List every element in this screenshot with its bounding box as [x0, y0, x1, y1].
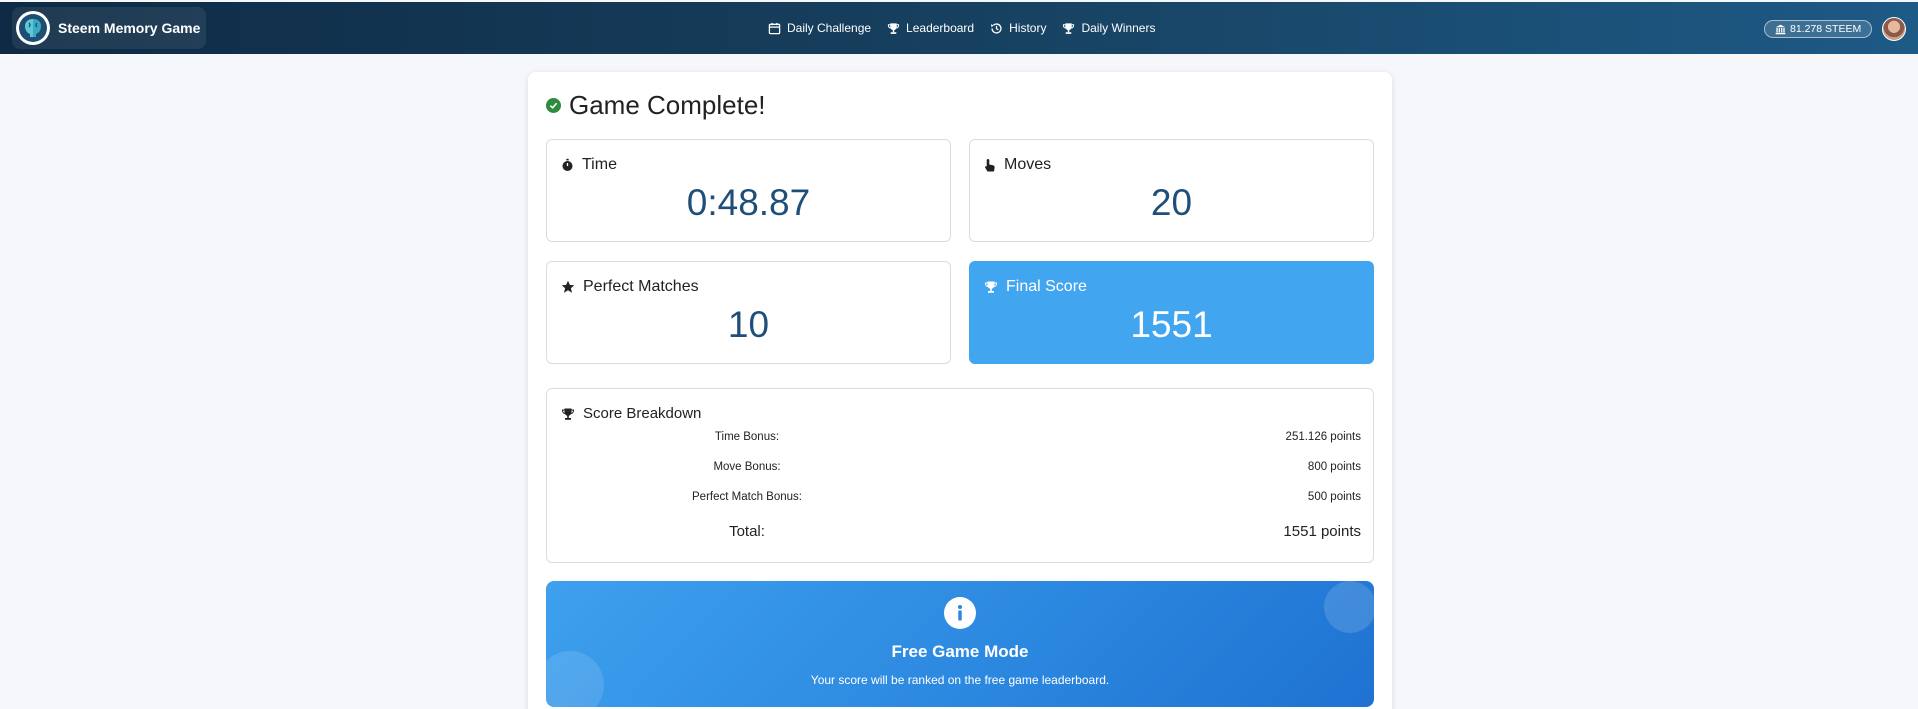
- final-score-label: Final Score: [1006, 278, 1087, 295]
- time-bonus-value: 251.126 points: [1285, 431, 1361, 443]
- time-value: 0:48.87: [686, 182, 811, 223]
- brand-name: Steem Memory Game: [58, 20, 201, 36]
- free-game-mode-banner: Free Game Mode Your score will be ranked…: [546, 581, 1374, 707]
- nav-leaderboard[interactable]: Leaderboard: [887, 21, 974, 35]
- trophy-icon: [561, 408, 575, 420]
- star-icon: [561, 280, 575, 293]
- nav-daily-challenge[interactable]: Daily Challenge: [768, 21, 871, 35]
- trophy-icon: [984, 281, 998, 293]
- moves-stat-label-row: Moves: [984, 156, 1051, 174]
- brain-logo-icon: [16, 11, 50, 45]
- page-title: Game Complete!: [569, 90, 766, 120]
- time-stat-card: Time 0:48.87: [546, 139, 951, 242]
- main-nav: Daily Challenge Leaderboard History Dail…: [768, 2, 1155, 54]
- stopwatch-icon: [562, 158, 573, 171]
- nav-history[interactable]: History: [990, 21, 1046, 35]
- move-bonus-value: 800 points: [1307, 461, 1361, 473]
- trophy-icon: [887, 22, 900, 34]
- perfect-match-bonus-label: Perfect Match Bonus:: [692, 491, 802, 503]
- total-label: Total:: [729, 523, 765, 540]
- final-stat-label-row: Final Score: [984, 278, 1087, 296]
- history-icon: [991, 22, 1002, 34]
- nav-label: Daily Challenge: [787, 21, 872, 35]
- perfect-matches-label: Perfect Matches: [583, 278, 699, 295]
- result-title: Game Complete!: [546, 90, 766, 121]
- breakdown-title: Score Breakdown: [583, 405, 702, 422]
- breakdown-header: Score Breakdown: [561, 405, 701, 422]
- final-score-value: 1551: [1130, 304, 1213, 345]
- perfect-stat-label-row: Perfect Matches: [561, 278, 699, 296]
- calendar-icon: [768, 22, 781, 34]
- nav-label: Daily Winners: [1081, 21, 1156, 35]
- total-value: 1551 points: [1283, 523, 1361, 540]
- time-bonus-label: Time Bonus:: [714, 431, 780, 443]
- moves-label: Moves: [1004, 156, 1052, 173]
- info-icon: [944, 597, 976, 629]
- wallet-balance-badge[interactable]: 81.278 STEEM: [1764, 20, 1873, 38]
- trophy-icon: [1063, 22, 1075, 34]
- moves-stat-card: Moves 20: [969, 139, 1374, 242]
- check-circle-icon: [546, 98, 561, 113]
- top-navbar: Steem Memory Game Daily Challenge Leader…: [0, 2, 1918, 54]
- move-bonus-label: Move Bonus:: [713, 461, 781, 473]
- moves-value: 20: [1150, 182, 1193, 223]
- wallet-amount: 81.278 STEEM: [1790, 23, 1862, 35]
- game-result-card: Game Complete! Time 0:48.87 Moves 20 Per…: [528, 72, 1392, 709]
- user-avatar[interactable]: [1882, 17, 1906, 41]
- time-stat-label-row: Time: [561, 156, 617, 174]
- banner-text: Your score will be ranked on the free ga…: [810, 673, 1110, 687]
- pointer-hand-icon: [985, 158, 995, 171]
- perfect-match-bonus-value: 500 points: [1307, 491, 1361, 503]
- bank-icon: [1775, 24, 1786, 34]
- time-label: Time: [582, 156, 617, 173]
- nav-label: History: [1009, 21, 1047, 35]
- decorative-bubble: [1324, 581, 1374, 633]
- perfect-matches-value: 10: [727, 304, 770, 345]
- perfect-matches-stat-card: Perfect Matches 10: [546, 261, 951, 364]
- final-score-stat-card: Final Score 1551: [969, 261, 1374, 364]
- score-breakdown-panel: Score Breakdown Time Bonus: 251.126 poin…: [546, 388, 1374, 563]
- nav-label: Leaderboard: [906, 21, 975, 35]
- brand-link[interactable]: Steem Memory Game: [12, 7, 207, 49]
- nav-daily-winners[interactable]: Daily Winners: [1062, 21, 1155, 35]
- banner-title: Free Game Mode: [891, 642, 1029, 661]
